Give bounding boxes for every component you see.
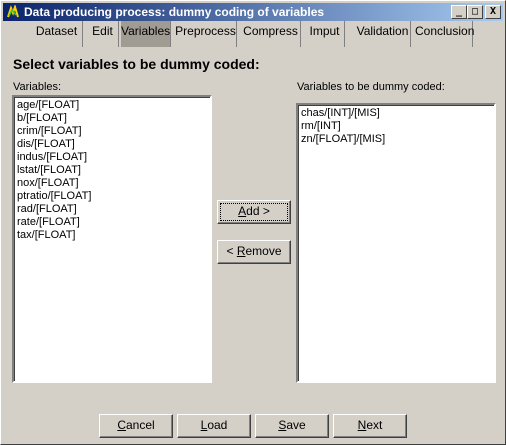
tab-conclusion[interactable]: Conclusion [415,21,475,47]
dummy-coded-listbox[interactable]: chas/[INT]/[MIS] rm/[INT] zn/[FLOAT]/[MI… [296,103,496,383]
page-heading: Select variables to be dummy coded: [13,56,260,72]
title-bar[interactable]: Data producing process: dummy coding of … [3,3,503,21]
app-icon [7,5,19,18]
list-item[interactable]: zn/[FLOAT]/[MIS] [301,133,491,146]
close-button[interactable]: X [485,5,501,19]
list-item[interactable]: ptratio/[FLOAT] [17,190,207,203]
tab-validation[interactable]: Validation [355,21,411,47]
tab-dataset[interactable]: Dataset [31,21,83,47]
remove-label: emove [245,244,282,258]
variables-label: Variables: [13,81,62,93]
remove-button[interactable]: < Remove [217,240,291,264]
list-item[interactable]: indus/[FLOAT] [17,151,207,164]
tab-edit[interactable]: Edit [87,21,119,47]
cancel-button[interactable]: Cancel [99,414,173,438]
tab-label: Imput [309,24,340,38]
next-button[interactable]: Next [333,414,407,438]
list-item[interactable]: tax/[FLOAT] [17,229,207,242]
list-item[interactable]: dis/[FLOAT] [17,138,207,151]
next-label: ext [366,418,383,432]
tab-imput[interactable]: Imput [305,21,345,47]
save-button[interactable]: Save [255,414,329,438]
tab-label: Dataset [35,24,78,38]
add-mnemonic: A [238,204,247,218]
load-label: oad [207,418,228,432]
cancel-mnemonic: C [117,418,126,432]
list-item[interactable]: lstat/[FLOAT] [17,164,207,177]
tab-compress[interactable]: Compress [241,21,301,47]
list-item[interactable]: nox/[FLOAT] [17,177,207,190]
maximize-button[interactable]: □ [467,5,483,19]
tab-label: Compress [243,24,298,38]
cancel-label: ancel [125,418,155,432]
add-label: dd > [246,204,270,218]
variables-listbox[interactable]: age/[FLOAT] b/[FLOAT] crim/[FLOAT] dis/[… [12,95,212,383]
tab-variables[interactable]: Variables [121,21,171,47]
tab-label: Variables [121,24,171,38]
list-item[interactable]: crim/[FLOAT] [17,125,207,138]
dialog-window: Data producing process: dummy coding of … [0,0,506,445]
tab-label: Validation [356,24,409,38]
tab-preprocess[interactable]: Preprocess [175,21,237,47]
tab-label: Preprocess [175,24,236,38]
list-item[interactable]: age/[FLOAT] [17,99,207,112]
list-item[interactable]: rad/[FLOAT] [17,203,207,216]
save-label: ave [286,418,306,432]
list-item[interactable]: rm/[INT] [301,120,491,133]
tab-label: Conclusion [415,24,475,38]
list-item[interactable]: rate/[FLOAT] [17,216,207,229]
remove-prefix: < [226,244,237,258]
dummy-coded-label: Variables to be dummy coded: [297,81,445,93]
add-button[interactable]: Add > [217,200,291,224]
tab-label: Edit [92,24,113,38]
load-button[interactable]: Load [177,414,251,438]
list-item[interactable]: chas/[INT]/[MIS] [301,107,491,120]
list-item[interactable]: b/[FLOAT] [17,112,207,125]
window-title: Data producing process: dummy coding of … [24,5,325,19]
minimize-button[interactable]: _ [451,5,467,19]
